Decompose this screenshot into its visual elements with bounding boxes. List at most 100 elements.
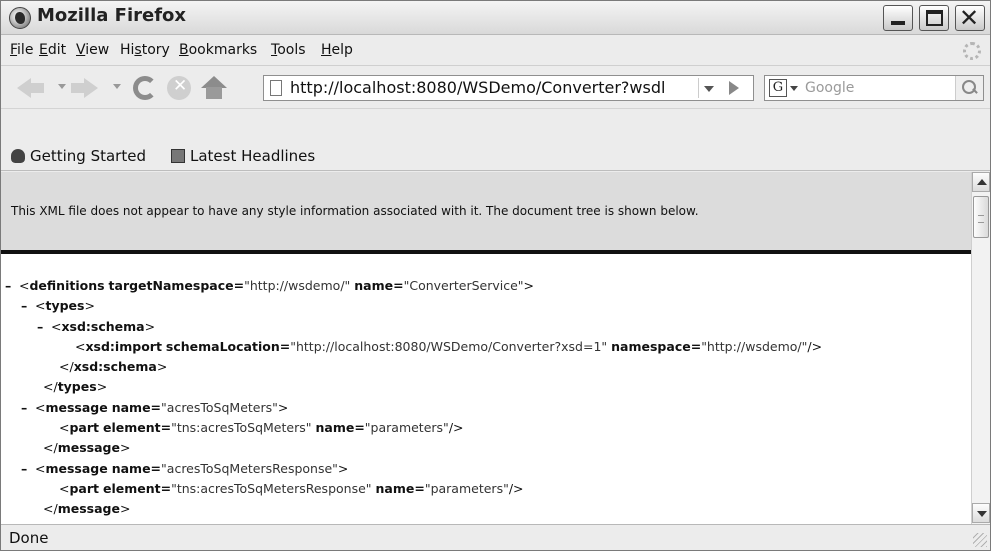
xml-element: </message> — [43, 440, 131, 456]
minimize-button[interactable] — [883, 5, 913, 31]
menu-bookmarks[interactable]: Bookmarks — [179, 42, 257, 58]
xml-line: <xsd:import schemaLocation="http://local… — [1, 337, 971, 357]
stop-button[interactable]: ✕ — [167, 76, 191, 100]
maximize-button[interactable] — [919, 5, 949, 31]
page-content: This XML file does not appear to have an… — [1, 172, 971, 524]
forward-button[interactable] — [71, 76, 99, 100]
google-icon[interactable]: G — [769, 79, 787, 97]
xml-line: </message> — [1, 438, 971, 458]
stop-icon: ✕ — [173, 76, 188, 96]
bookmark-getting-started[interactable]: Getting Started — [11, 147, 146, 165]
url-bar[interactable]: http://localhost:8080/WSDemo/Converter?w… — [263, 75, 754, 101]
xml-tag-name: types — [45, 298, 85, 314]
menu-history[interactable]: History — [120, 42, 170, 58]
bookmark-label: Getting Started — [30, 147, 146, 165]
title-bar: Mozilla Firefox ✕ — [1, 1, 990, 35]
xml-attribute-value: "http://localhost:8080/WSDemo/Converter?… — [290, 338, 608, 354]
collapse-toggle[interactable]: – — [21, 459, 27, 479]
url-history-dropdown-button[interactable] — [698, 78, 718, 98]
xml-element: <part element="tns:acresToSqMetersRespon… — [59, 480, 524, 496]
xml-tag-name: part — [69, 480, 100, 496]
close-button[interactable]: ✕ — [955, 5, 985, 31]
vertical-scrollbar[interactable] — [971, 172, 990, 524]
home-button[interactable] — [201, 76, 227, 100]
xml-tag-name: part — [69, 420, 100, 436]
firefox-logo-icon — [9, 7, 31, 29]
maximize-icon — [926, 10, 943, 26]
back-dropdown-icon[interactable] — [58, 84, 66, 89]
xml-line: </types> — [1, 377, 971, 397]
xml-tag-name: definitions — [29, 278, 105, 293]
xml-tag-name: xsd:schema — [73, 359, 157, 375]
xml-attribute-value: "http://wsdemo/" — [701, 338, 808, 354]
xml-attribute-name: element= — [103, 420, 172, 436]
search-engine-dropdown-icon[interactable] — [790, 86, 798, 91]
collapse-toggle[interactable]: – — [21, 296, 27, 316]
xml-attribute-value: "tns:acresToSqMeters" — [171, 420, 312, 436]
collapse-toggle[interactable]: – — [37, 317, 43, 337]
xml-line: </message> — [1, 499, 971, 519]
activity-throbber-icon — [963, 42, 981, 60]
xml-line: <part element="tns:acresToSqMetersRespon… — [1, 479, 971, 499]
xml-line: – <message name="acresToSqMetersResponse"… — [1, 459, 971, 479]
menu-view[interactable]: View — [76, 42, 109, 58]
xml-tag-name: xsd:import — [85, 338, 162, 354]
xml-attribute-value: "ConverterService" — [403, 278, 524, 293]
xml-style-notice-text: This XML file does not appear to have an… — [11, 204, 699, 218]
go-button[interactable] — [722, 78, 746, 98]
scroll-up-button[interactable] — [972, 172, 990, 192]
window-title: Mozilla Firefox — [37, 5, 187, 26]
xml-line: <part element="tns:acresToSqMeters" name… — [1, 418, 971, 438]
rss-feed-icon — [171, 149, 185, 163]
xml-element: <types> — [35, 298, 95, 314]
xml-attribute-name: name= — [315, 420, 365, 436]
close-icon: ✕ — [959, 4, 980, 32]
xml-attribute-name: name= — [354, 278, 404, 293]
xml-attribute-name: name= — [111, 399, 162, 415]
xml-element: </message> — [43, 501, 131, 517]
bookmark-latest-headlines[interactable]: Latest Headlines — [171, 147, 315, 165]
back-button[interactable] — [17, 76, 45, 100]
bookmarks-toolbar: Getting Started Latest Headlines — [1, 141, 990, 171]
menu-file[interactable]: File — [10, 42, 33, 58]
url-text[interactable]: http://localhost:8080/WSDemo/Converter?w… — [290, 78, 665, 97]
reload-button[interactable] — [133, 76, 157, 100]
collapse-toggle[interactable]: – — [21, 398, 27, 418]
xml-element: </types> — [43, 379, 108, 395]
xml-attribute-name: element= — [103, 480, 172, 496]
xml-tag-name: message — [57, 501, 120, 517]
xml-attribute-value: "acresToSqMetersResponse" — [161, 460, 338, 476]
xml-tag-name: message — [57, 440, 120, 456]
xml-attribute-name: name= — [375, 480, 425, 496]
xml-line: </xsd:schema> — [1, 357, 971, 377]
page-icon — [270, 80, 282, 96]
collapse-toggle[interactable]: – — [5, 276, 11, 296]
xml-attribute-value: "acresToSqMeters" — [161, 399, 278, 415]
bookmark-label: Latest Headlines — [190, 147, 316, 165]
forward-dropdown-icon[interactable] — [113, 84, 121, 89]
xml-attribute-value: "parameters" — [364, 420, 449, 436]
menu-tools[interactable]: Tools — [271, 42, 306, 58]
navigation-toolbar: ✕ http://localhost:8080/WSDemo/Converter… — [1, 67, 990, 109]
search-bar[interactable]: G — [764, 75, 984, 101]
menu-help[interactable]: Help — [321, 42, 353, 58]
xml-tag-name: types — [57, 379, 97, 395]
xml-element: <message name="acresToSqMetersResponse"> — [35, 460, 349, 476]
menu-bar: File Edit View History Bookmarks Tools Help — [1, 36, 990, 66]
scroll-down-button[interactable] — [972, 503, 990, 523]
xml-tag-name: xsd:schema — [61, 318, 145, 334]
xml-attribute-name: name= — [111, 460, 162, 476]
xml-attribute-name: namespace= — [611, 338, 702, 354]
search-input[interactable] — [805, 76, 945, 100]
xml-element: <message name="acresToSqMeters"> — [35, 399, 289, 415]
xml-element: </xsd:schema> — [59, 359, 168, 375]
xml-element: <part element="tns:acresToSqMeters" name… — [59, 420, 464, 436]
scrollbar-thumb[interactable] — [973, 196, 989, 238]
getting-started-icon — [11, 149, 25, 163]
minimize-icon — [891, 21, 905, 25]
xml-attribute-value: "parameters" — [424, 480, 509, 496]
resize-grip-icon[interactable] — [973, 533, 987, 547]
menu-edit[interactable]: Edit — [39, 42, 66, 58]
search-button[interactable] — [955, 76, 983, 100]
xml-line: – <definitions targetNamespace="http://ws… — [1, 276, 971, 296]
